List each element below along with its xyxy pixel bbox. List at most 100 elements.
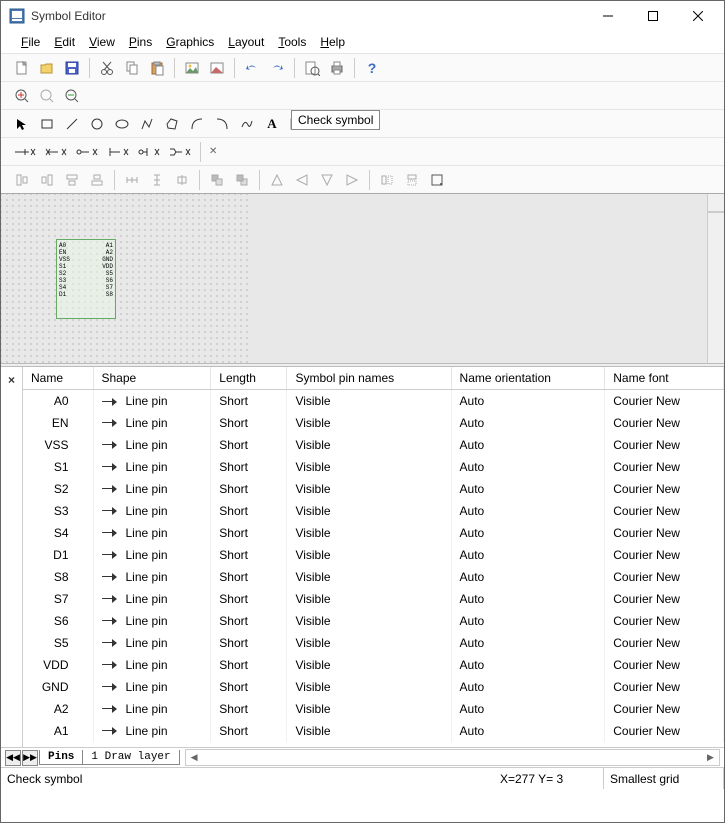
- pinmode-1[interactable]: [11, 141, 39, 163]
- circle-tool[interactable]: [86, 113, 108, 135]
- curve-tool[interactable]: [236, 113, 258, 135]
- pin-close-x[interactable]: ✕: [209, 146, 217, 157]
- sheet-nav-next[interactable]: ▶▶: [22, 750, 38, 766]
- menu-tools[interactable]: Tools: [272, 33, 312, 51]
- image2-button[interactable]: [206, 57, 228, 79]
- polyline-tool[interactable]: [136, 113, 158, 135]
- pinmode-4[interactable]: [104, 141, 132, 163]
- table-row[interactable]: S5Line pinShortVisibleAutoCourier New: [23, 632, 724, 654]
- tooltip: Check symbol: [291, 110, 380, 130]
- canvas-scroll-v[interactable]: [707, 194, 724, 363]
- table-row[interactable]: D1Line pinShortVisibleAutoCourier New: [23, 544, 724, 566]
- col-header[interactable]: Symbol pin names: [287, 367, 451, 390]
- line-pin-icon: [102, 528, 120, 538]
- menu-layout[interactable]: Layout: [222, 33, 270, 51]
- new-button[interactable]: [11, 57, 33, 79]
- flip-h[interactable]: [376, 169, 398, 191]
- group-2[interactable]: [231, 169, 253, 191]
- table-row[interactable]: A2Line pinShortVisibleAutoCourier New: [23, 698, 724, 720]
- arc-tool[interactable]: [186, 113, 208, 135]
- copy-button[interactable]: [121, 57, 143, 79]
- help-button[interactable]: ?: [361, 57, 383, 79]
- canvas[interactable]: A0A1ENA2VSSGNDS1VDDS2S5S3S6S4S7D1S8: [1, 194, 707, 363]
- menu-file[interactable]: File: [15, 33, 46, 51]
- zoom-fit-button[interactable]: [36, 85, 58, 107]
- pinmode-3[interactable]: [73, 141, 101, 163]
- line-tool[interactable]: [61, 113, 83, 135]
- menu-view[interactable]: View: [83, 33, 121, 51]
- col-header[interactable]: Length: [211, 367, 287, 390]
- maximize-button[interactable]: [630, 2, 675, 31]
- menu-graphics[interactable]: Graphics: [160, 33, 220, 51]
- polygon-tool[interactable]: [161, 113, 183, 135]
- sheet-tab-pins[interactable]: Pins: [39, 750, 83, 765]
- flip-v[interactable]: [401, 169, 423, 191]
- table-row[interactable]: A0Line pinShortVisibleAutoCourier New: [23, 390, 724, 412]
- rot-4[interactable]: [341, 169, 363, 191]
- line-pin-icon: [102, 462, 120, 472]
- select-tool[interactable]: [11, 113, 33, 135]
- table-row[interactable]: S6Line pinShortVisibleAutoCourier New: [23, 610, 724, 632]
- table-row[interactable]: S1Line pinShortVisibleAutoCourier New: [23, 456, 724, 478]
- menu-pins[interactable]: Pins: [123, 33, 158, 51]
- menu-help[interactable]: Help: [314, 33, 351, 51]
- rect-tool[interactable]: [36, 113, 58, 135]
- col-header[interactable]: Name font: [605, 367, 724, 390]
- line-pin-icon: [102, 484, 120, 494]
- cut-button[interactable]: [96, 57, 118, 79]
- distr-v[interactable]: [146, 169, 168, 191]
- close-button[interactable]: [675, 2, 720, 31]
- table-scroll-h[interactable]: ◀▶: [185, 749, 720, 766]
- snap-button[interactable]: [426, 169, 448, 191]
- align-3[interactable]: [61, 169, 83, 191]
- col-header[interactable]: Name: [23, 367, 93, 390]
- pinmode-6[interactable]: [166, 141, 194, 163]
- print-button[interactable]: [326, 57, 348, 79]
- sheet-nav-first[interactable]: ◀◀: [5, 750, 21, 766]
- undo-button[interactable]: [241, 57, 263, 79]
- distr-h[interactable]: [121, 169, 143, 191]
- table-row[interactable]: S4Line pinShortVisibleAutoCourier New: [23, 522, 724, 544]
- table-row[interactable]: VDDLine pinShortVisibleAutoCourier New: [23, 654, 724, 676]
- line-pin-icon: [102, 397, 120, 407]
- save-button[interactable]: [61, 57, 83, 79]
- panel-close-x[interactable]: ×: [8, 373, 15, 387]
- rot-2[interactable]: [291, 169, 313, 191]
- sheet-tab-drawlayer[interactable]: 1 Draw layer: [82, 750, 179, 765]
- group-1[interactable]: [206, 169, 228, 191]
- line-pin-icon: [102, 550, 120, 560]
- line-pin-icon: [102, 572, 120, 582]
- redo-button[interactable]: [266, 57, 288, 79]
- table-row[interactable]: VSSLine pinShortVisibleAutoCourier New: [23, 434, 724, 456]
- rot-1[interactable]: [266, 169, 288, 191]
- table-row[interactable]: S3Line pinShortVisibleAutoCourier New: [23, 500, 724, 522]
- col-header[interactable]: Name orientation: [451, 367, 605, 390]
- open-button[interactable]: [36, 57, 58, 79]
- align-2[interactable]: [36, 169, 58, 191]
- align-1[interactable]: [11, 169, 33, 191]
- pins-table[interactable]: NameShapeLengthSymbol pin namesName orie…: [23, 367, 724, 747]
- zoom-in-button[interactable]: [11, 85, 33, 107]
- arc2-tool[interactable]: [211, 113, 233, 135]
- col-header[interactable]: Shape: [93, 367, 211, 390]
- ellipse-tool[interactable]: [111, 113, 133, 135]
- symbol-preview[interactable]: A0A1ENA2VSSGNDS1VDDS2S5S3S6S4S7D1S8: [56, 239, 116, 319]
- table-row[interactable]: GNDLine pinShortVisibleAutoCourier New: [23, 676, 724, 698]
- align-4[interactable]: [86, 169, 108, 191]
- minimize-button[interactable]: [585, 2, 630, 31]
- preview-button[interactable]: [301, 57, 323, 79]
- pinmode-5[interactable]: [135, 141, 163, 163]
- zoom-out-button[interactable]: [61, 85, 83, 107]
- pinmode-2[interactable]: [42, 141, 70, 163]
- rot-3[interactable]: [316, 169, 338, 191]
- table-row[interactable]: S8Line pinShortVisibleAutoCourier New: [23, 566, 724, 588]
- table-row[interactable]: ENLine pinShortVisibleAutoCourier New: [23, 412, 724, 434]
- center-h[interactable]: [171, 169, 193, 191]
- text-tool[interactable]: A: [261, 113, 283, 135]
- table-row[interactable]: A1Line pinShortVisibleAutoCourier New: [23, 720, 724, 742]
- paste-button[interactable]: [146, 57, 168, 79]
- table-row[interactable]: S2Line pinShortVisibleAutoCourier New: [23, 478, 724, 500]
- image-button[interactable]: [181, 57, 203, 79]
- menu-edit[interactable]: Edit: [48, 33, 81, 51]
- table-row[interactable]: S7Line pinShortVisibleAutoCourier New: [23, 588, 724, 610]
